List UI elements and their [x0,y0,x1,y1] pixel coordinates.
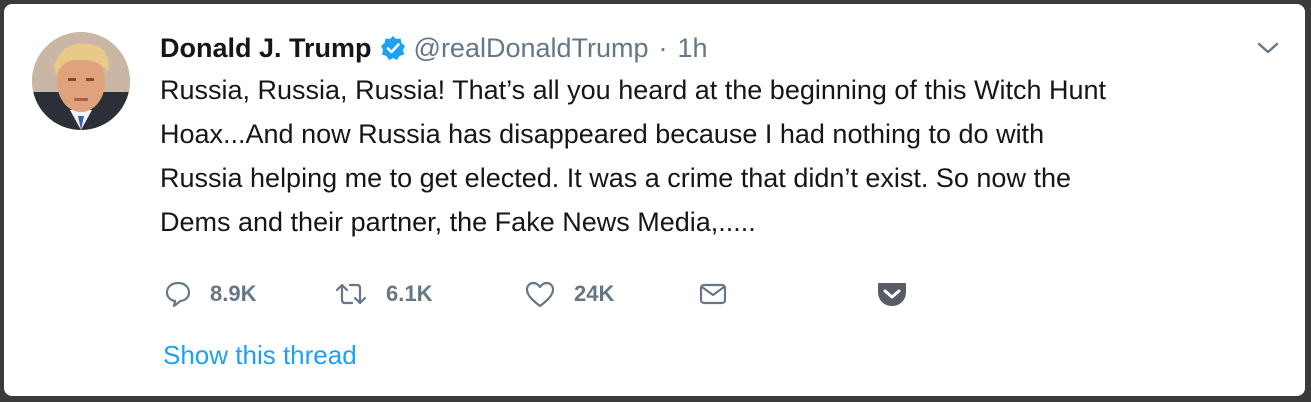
like-count: 24K [574,281,615,306]
pocket-icon [876,279,908,309]
retweet-button[interactable]: 6.1K [334,274,432,314]
retweet-count: 6.1K [386,281,433,306]
pocket-button[interactable] [876,274,908,314]
reply-icon [164,280,192,308]
avatar[interactable] [32,32,130,130]
retweet-icon [334,280,368,308]
tweet-text-line: Russia, Russia, Russia! That’s all you h… [160,75,1106,105]
tweet-card: Donald J. Trump @realDonaldTrump · 1h Ru… [4,4,1305,396]
direct-message-button[interactable] [698,274,728,314]
reply-button[interactable]: 8.9K [164,274,256,314]
display-name[interactable]: Donald J. Trump [160,33,372,64]
show-thread-link[interactable]: Show this thread [163,340,357,371]
tweet-timestamp[interactable]: 1h [678,33,708,64]
tweet-header: Donald J. Trump @realDonaldTrump · 1h [160,26,708,70]
reply-count: 8.9K [210,281,257,306]
like-button[interactable]: 24K [524,274,614,314]
chevron-down-icon[interactable] [1255,38,1281,58]
heart-icon [524,280,556,308]
tweet-actions: 8.9K 6.1K 24K [164,274,1164,314]
tweet-text-line: Russia helping me to get elected. It was… [160,163,1071,193]
separator-dot: · [658,32,668,63]
tweet-text-line: Dems and their partner, the Fake News Me… [160,207,756,237]
user-handle[interactable]: @realDonaldTrump [414,33,649,64]
verified-badge-icon [380,35,406,61]
tweet-text: Russia, Russia, Russia! That’s all you h… [160,68,1270,244]
avatar-image [32,32,130,130]
tweet-text-line: Hoax...And now Russia has disappeared be… [160,119,1045,149]
envelope-icon [698,281,728,307]
